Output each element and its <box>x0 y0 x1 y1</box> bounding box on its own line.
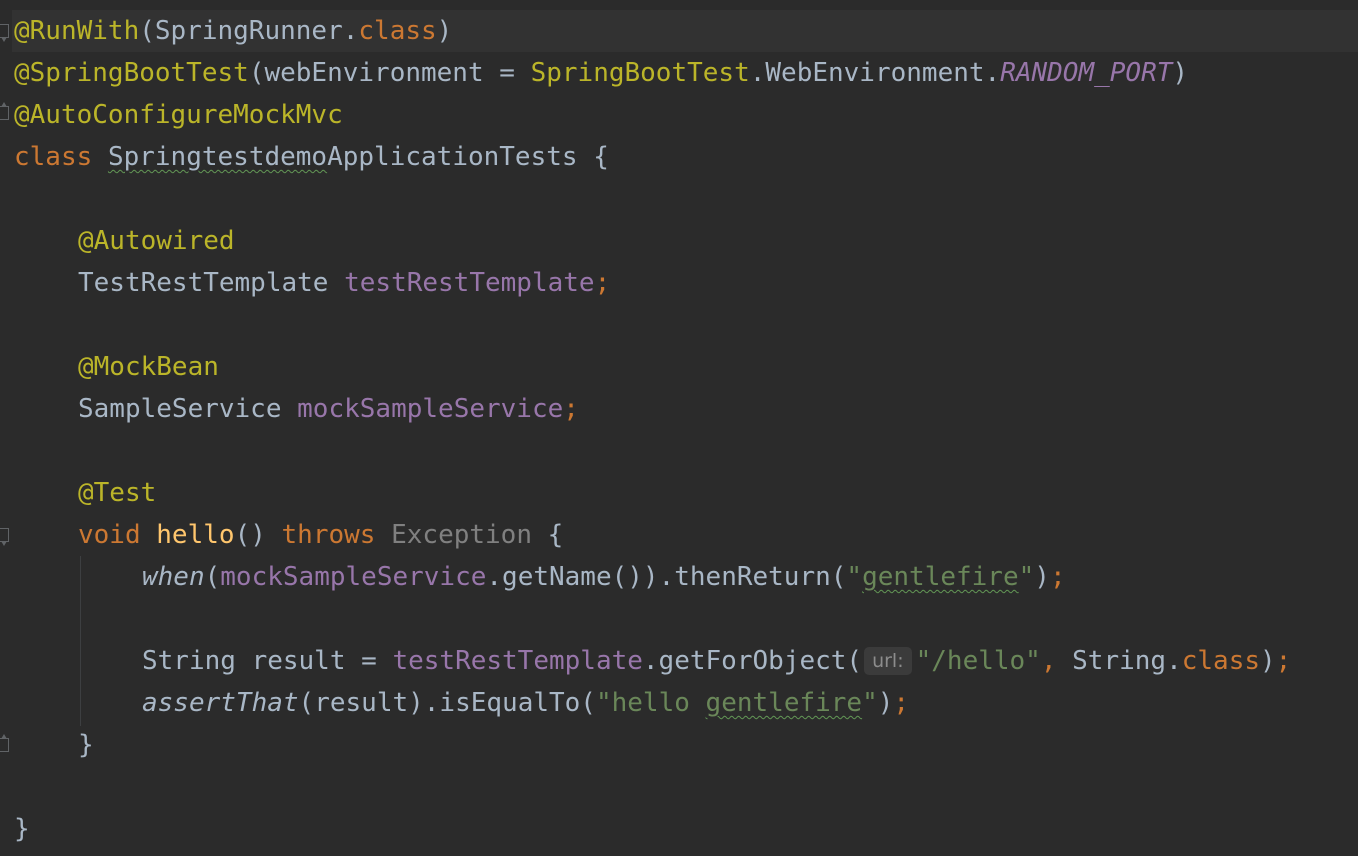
code-line-2[interactable]: @SpringBootTest(webEnvironment = SpringB… <box>14 52 1188 94</box>
code-token: .getName()).thenReturn( <box>486 562 847 592</box>
static-field-token: RANDOM_PORT <box>1000 58 1173 88</box>
code-line-1[interactable]: @RunWith(SpringRunner.class) <box>14 10 452 52</box>
code-token: , <box>1040 646 1057 676</box>
code-line-7[interactable]: TestRestTemplate testRestTemplate; <box>78 262 610 304</box>
class-name[interactable]: ApplicationTests <box>327 142 577 172</box>
string-token: " <box>862 688 878 718</box>
code-editor[interactable]: @RunWith(SpringRunner.class) @SpringBoot… <box>0 0 1358 856</box>
field-test-rest-template[interactable]: testRestTemplate <box>392 646 642 676</box>
string-token: " <box>1018 562 1035 592</box>
code-line-10[interactable]: SampleService mockSampleService; <box>78 388 579 430</box>
code-token: { <box>577 142 609 172</box>
indent-guide <box>80 556 81 726</box>
fold-open-icon[interactable] <box>0 24 9 42</box>
code-line-20[interactable]: } <box>14 808 30 850</box>
code-token: (SpringRunner. <box>139 16 359 46</box>
editor-gutter[interactable] <box>0 0 12 856</box>
code-token: ) <box>877 688 894 718</box>
field-mock-sample-service[interactable]: mockSampleService <box>220 562 486 592</box>
keyword-token: class <box>358 16 437 46</box>
field-mock-sample-service[interactable]: mockSampleService <box>297 394 563 424</box>
static-call-assertthat[interactable]: assertThat <box>142 688 299 718</box>
code-token: ; <box>594 268 611 298</box>
class-reference: SpringBootTest <box>530 58 750 88</box>
fold-close-icon[interactable] <box>0 102 9 120</box>
keyword-token: class <box>1181 646 1261 676</box>
code-line-13[interactable]: void hello() throws Exception { <box>78 514 563 556</box>
code-token: ; <box>893 688 910 718</box>
type-token: TestRestTemplate <box>78 268 345 298</box>
code-token: ) <box>1034 562 1050 592</box>
code-token: ) <box>1172 58 1189 88</box>
static-call-when[interactable]: when <box>142 562 205 592</box>
code-token: ) <box>436 16 453 46</box>
string-token: " <box>846 562 863 592</box>
string-typo[interactable]: gentlefire <box>862 562 1019 592</box>
keyword-token: throws <box>281 520 376 550</box>
keyword-token: class <box>14 142 93 172</box>
code-token: ) <box>1260 646 1276 676</box>
closing-brace: } <box>14 814 30 844</box>
code-line-9[interactable]: @MockBean <box>78 346 219 388</box>
code-token: ; <box>1275 646 1292 676</box>
closing-brace: } <box>78 730 94 760</box>
type-token: SampleService <box>78 394 298 424</box>
annotation-autowired[interactable]: @Autowired <box>78 226 235 256</box>
class-name-typo[interactable]: Springtestdemo <box>108 142 327 172</box>
parameter-hint-url: url: <box>864 647 912 675</box>
annotation-autoconfiguremockmvc[interactable]: @AutoConfigureMockMvc <box>14 100 343 130</box>
fold-close-icon[interactable] <box>0 734 9 752</box>
code-line-17[interactable]: assertThat(result).isEqualTo("hello gent… <box>142 682 909 724</box>
annotation-test[interactable]: @Test <box>78 478 156 508</box>
code-token: String. <box>1056 646 1182 676</box>
code-token: (webEnvironment = <box>248 58 531 88</box>
field-test-rest-template[interactable]: testRestTemplate <box>344 268 594 298</box>
string-token: "/hello" <box>915 646 1041 676</box>
method-hello[interactable]: hello <box>156 520 234 550</box>
string-token: "hello <box>595 688 706 718</box>
code-line-18[interactable]: } <box>78 724 94 766</box>
code-line-12[interactable]: @Test <box>78 472 156 514</box>
code-line-6[interactable]: @Autowired <box>78 220 235 262</box>
code-token: { <box>532 520 564 550</box>
fold-open-icon[interactable] <box>0 528 9 546</box>
code-line-3[interactable]: @AutoConfigureMockMvc <box>14 94 343 136</box>
code-line-16[interactable]: String result = testRestTemplate.getForO… <box>142 640 1291 682</box>
code-token: ; <box>1049 562 1066 592</box>
keyword-token: void <box>78 520 141 550</box>
code-token: String result = <box>142 646 393 676</box>
code-token: (result).isEqualTo( <box>298 688 596 718</box>
code-token: .WebEnvironment. <box>749 58 1001 88</box>
annotation-runwith[interactable]: @RunWith <box>14 16 139 46</box>
annotation-mockbean[interactable]: @MockBean <box>78 352 219 382</box>
annotation-springboottest[interactable]: @SpringBootTest <box>14 58 249 88</box>
code-token: .getForObject( <box>642 646 863 676</box>
string-typo[interactable]: gentlefire <box>706 688 863 718</box>
code-token: ; <box>563 394 579 424</box>
code-line-14[interactable]: when(mockSampleService.getName()).thenRe… <box>142 556 1066 598</box>
code-token: () <box>234 520 282 550</box>
code-token: ( <box>204 562 221 592</box>
exception-type[interactable]: Exception <box>391 520 532 550</box>
code-line-4[interactable]: class SpringtestdemoApplicationTests { <box>14 136 609 178</box>
